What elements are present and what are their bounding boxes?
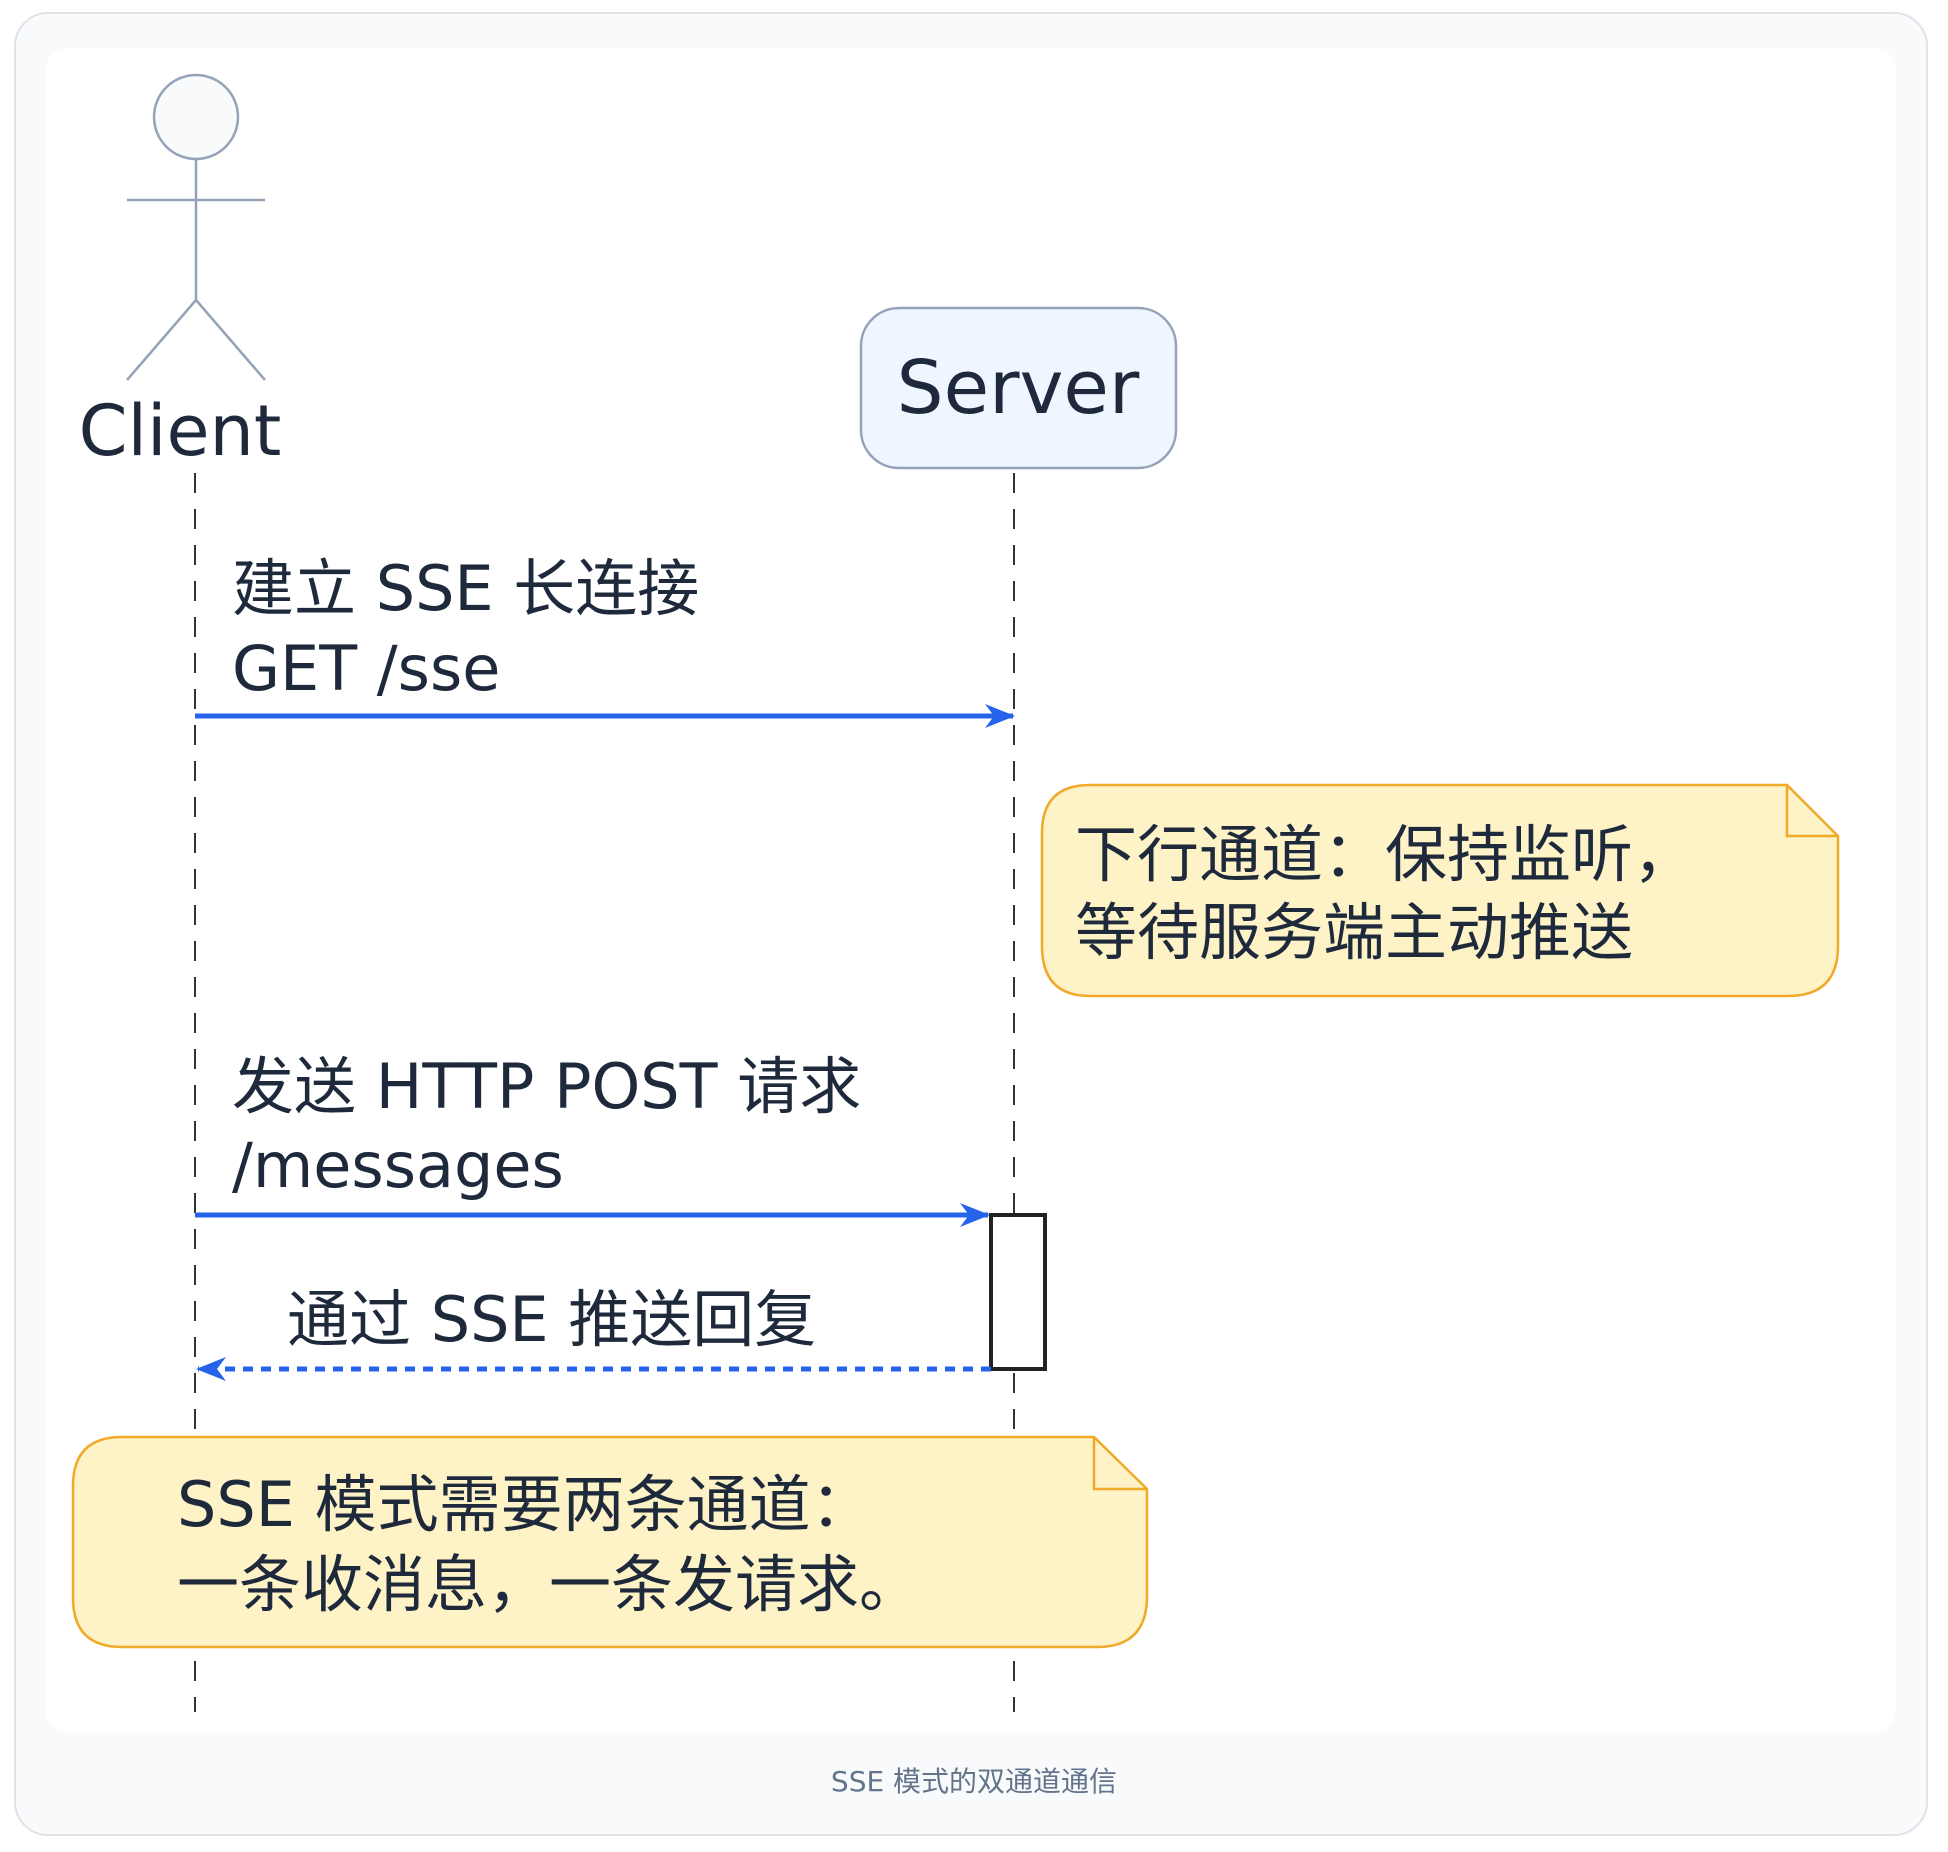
message-3-label: 通过 SSE 推送回复	[287, 1283, 816, 1356]
client-label: Client	[79, 390, 282, 472]
actor-right-leg	[195, 299, 266, 381]
message-1-line2: GET /sse	[232, 632, 500, 705]
note-1-line2: 等待服务端主动推送	[1075, 896, 1633, 969]
server-activation-bar	[989, 1213, 1047, 1371]
figure-caption: SSE 模式的双通道通信	[830, 1765, 1118, 1798]
message-2-line2: /messages	[232, 1129, 564, 1202]
note-2-line2: 一条收消息，一条发请求。	[177, 1548, 921, 1621]
message-2-line1: 发送 HTTP POST 请求	[232, 1050, 861, 1123]
server-label: Server	[897, 345, 1140, 431]
sequence-diagram: Client Server 建立 SSE 长连接 GET /sse 下行通道：保…	[71, 73, 1840, 1712]
actor-left-leg	[126, 299, 197, 381]
message-1-line1: 建立 SSE 长连接	[232, 552, 699, 625]
note-2-line1: SSE 模式需要两条通道：	[177, 1468, 873, 1541]
note-1-line1: 下行通道：保持监听，	[1075, 818, 1695, 891]
actor-head	[152, 73, 240, 161]
client-actor	[126, 73, 266, 381]
